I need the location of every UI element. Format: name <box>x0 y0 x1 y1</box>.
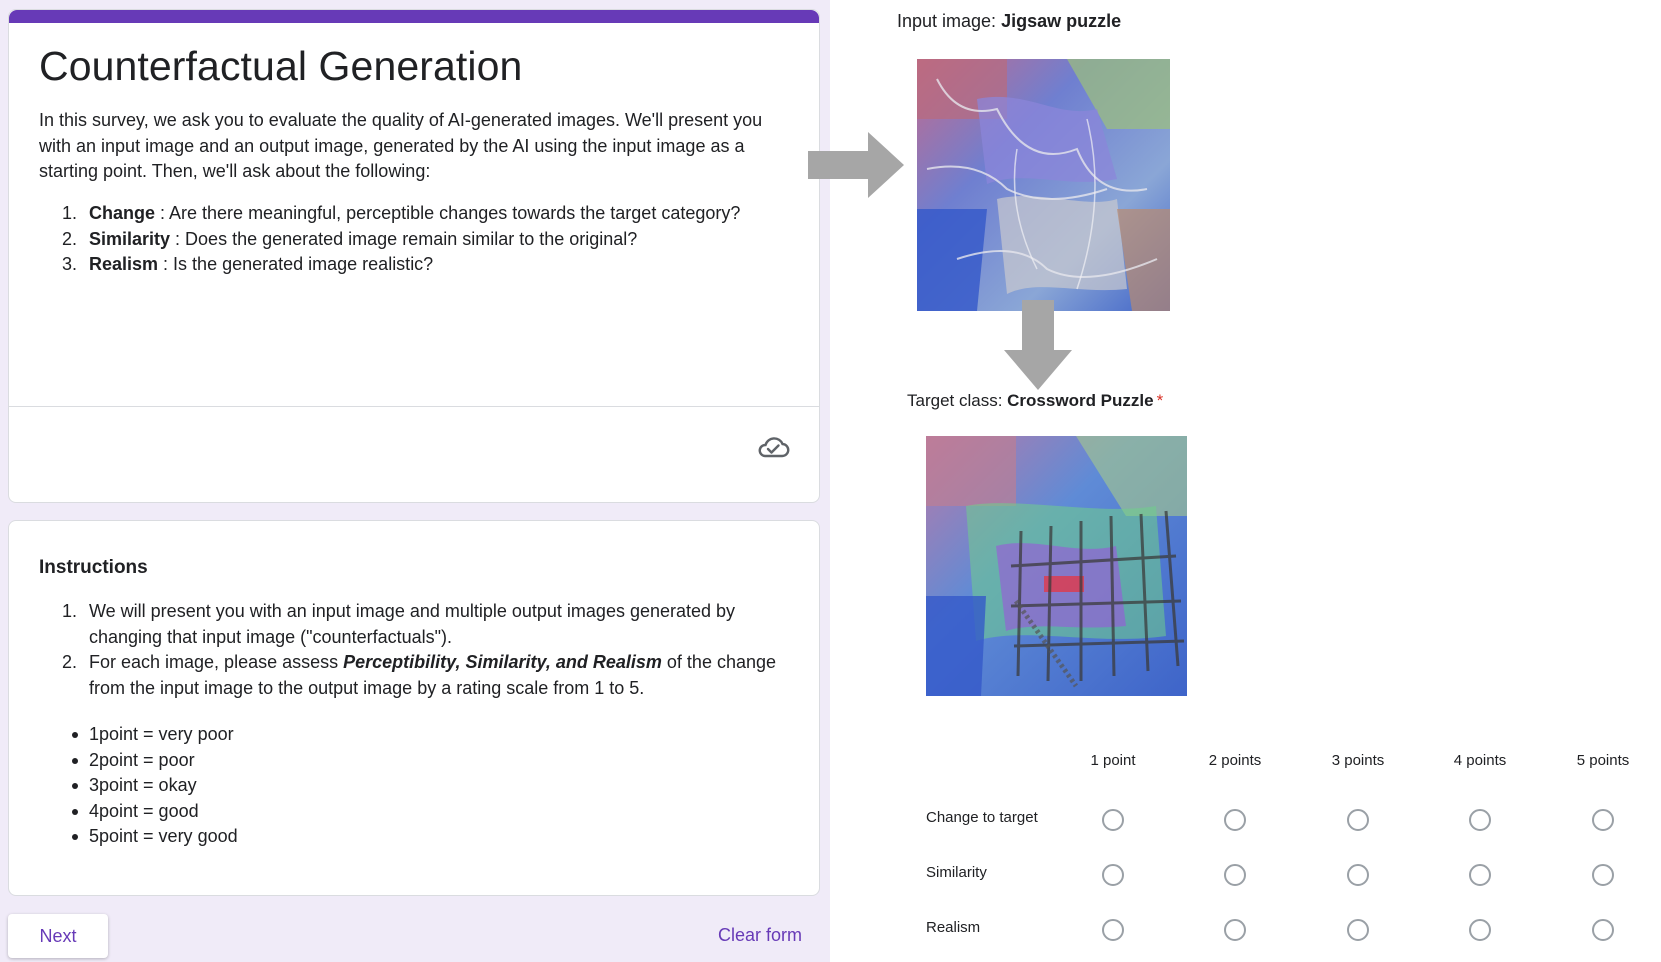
required-asterisk: * <box>1156 391 1164 410</box>
row-label-change: Change to target <box>926 809 1038 826</box>
rating-scale-list: 1point = very poor 2point = poor 3point … <box>39 722 779 850</box>
criteria-item: 1. Change : Are there meaningful, percept… <box>39 201 799 227</box>
input-caption-prefix: Input image: <box>897 11 1002 31</box>
rating-scale-item: 3point = okay <box>39 773 779 799</box>
instruction-step: 1. We will present you with an input imag… <box>39 599 779 650</box>
step-number: 1. <box>62 601 78 621</box>
criteria-text: : Are there meaningful, perceptible chan… <box>155 203 741 223</box>
column-header-4: 4 points <box>1453 752 1507 769</box>
form-title: Counterfactual Generation <box>39 43 523 89</box>
criteria-item: 2. Similarity : Does the generated image … <box>39 227 799 253</box>
column-header-1: 1 point <box>1090 752 1136 769</box>
arrow-down-icon <box>1004 300 1072 390</box>
input-image <box>917 59 1170 311</box>
instructions-title: Instructions <box>39 557 148 578</box>
radio-similarity-1[interactable] <box>1102 864 1124 886</box>
row-label-similarity: Similarity <box>926 864 987 881</box>
step-number: 2. <box>62 652 78 672</box>
next-button[interactable]: Next <box>8 914 108 958</box>
criteria-text: : Is the generated image realistic? <box>158 254 434 274</box>
instructions-card: Instructions 1. We will present you with … <box>8 520 820 896</box>
criteria-number: 3. <box>62 254 78 274</box>
step-text: For each image, please assess <box>89 652 344 672</box>
radio-realism-1[interactable] <box>1102 919 1124 941</box>
cloud-check-icon <box>758 437 790 458</box>
form-header-card: Counterfactual Generation In this survey… <box>8 9 820 503</box>
radio-realism-4[interactable] <box>1469 919 1491 941</box>
radio-similarity-2[interactable] <box>1224 864 1246 886</box>
radio-similarity-4[interactable] <box>1469 864 1491 886</box>
input-class-name: Jigsaw puzzle <box>1001 11 1122 31</box>
rating-scale-item: 4point = good <box>39 799 779 825</box>
radio-change-3[interactable] <box>1347 809 1369 831</box>
criteria-list: 1. Change : Are there meaningful, percept… <box>39 201 799 278</box>
rating-scale-item: 1point = very poor <box>39 722 779 748</box>
radio-similarity-3[interactable] <box>1347 864 1369 886</box>
instructions-steps: 1. We will present you with an input imag… <box>39 599 779 701</box>
criteria-number: 2. <box>62 228 78 249</box>
column-header-2: 2 points <box>1208 752 1262 769</box>
criteria-term: Similarity <box>89 228 171 249</box>
radio-realism-5[interactable] <box>1592 919 1614 941</box>
target-caption-prefix: Target class: <box>907 391 1008 410</box>
form-panel: Counterfactual Generation In this survey… <box>0 0 830 962</box>
criteria-item: 3. Realism : Is the generated image reali… <box>39 252 799 278</box>
header-accent-bar <box>9 10 819 23</box>
rating-scale-item: 2point = poor <box>39 748 779 774</box>
radio-change-5[interactable] <box>1592 809 1614 831</box>
target-class-caption: Target class: Crossword Puzzle * <box>907 391 1163 411</box>
form-description: In this survey, we ask you to evaluate t… <box>39 110 763 181</box>
row-label-realism: Realism <box>926 919 981 936</box>
target-class-name: Crossword Puzzle <box>1007 391 1154 410</box>
column-header-5: 5 points <box>1576 752 1630 769</box>
instruction-step: 2. For each image, please assess Percepti… <box>39 650 779 701</box>
step-emphasis: Perceptibility, Similarity, and Realism <box>343 652 662 672</box>
radio-change-1[interactable] <box>1102 809 1124 831</box>
column-header-3: 3 points <box>1331 752 1385 769</box>
radio-change-4[interactable] <box>1469 809 1491 831</box>
output-image <box>926 436 1187 696</box>
step-text: We will present you with an input image … <box>89 601 736 647</box>
criteria-number: 1. <box>62 203 78 223</box>
criteria-term: Realism <box>89 254 159 274</box>
rating-grid: 1 point 2 points 3 points 4 points 5 poi… <box>920 752 1661 962</box>
radio-change-2[interactable] <box>1224 809 1246 831</box>
criteria-term: Change <box>89 203 156 223</box>
radio-realism-3[interactable] <box>1347 919 1369 941</box>
radio-similarity-5[interactable] <box>1592 864 1614 886</box>
rating-scale-item: 5point = very good <box>39 824 779 850</box>
input-image-caption: Input image: Jigsaw puzzle <box>897 11 1121 32</box>
arrow-right-icon <box>808 132 904 198</box>
criteria-text: : Does the generated image remain simila… <box>170 228 638 249</box>
header-divider <box>9 406 819 407</box>
clear-form-link[interactable]: Clear form <box>718 925 802 946</box>
radio-realism-2[interactable] <box>1224 919 1246 941</box>
